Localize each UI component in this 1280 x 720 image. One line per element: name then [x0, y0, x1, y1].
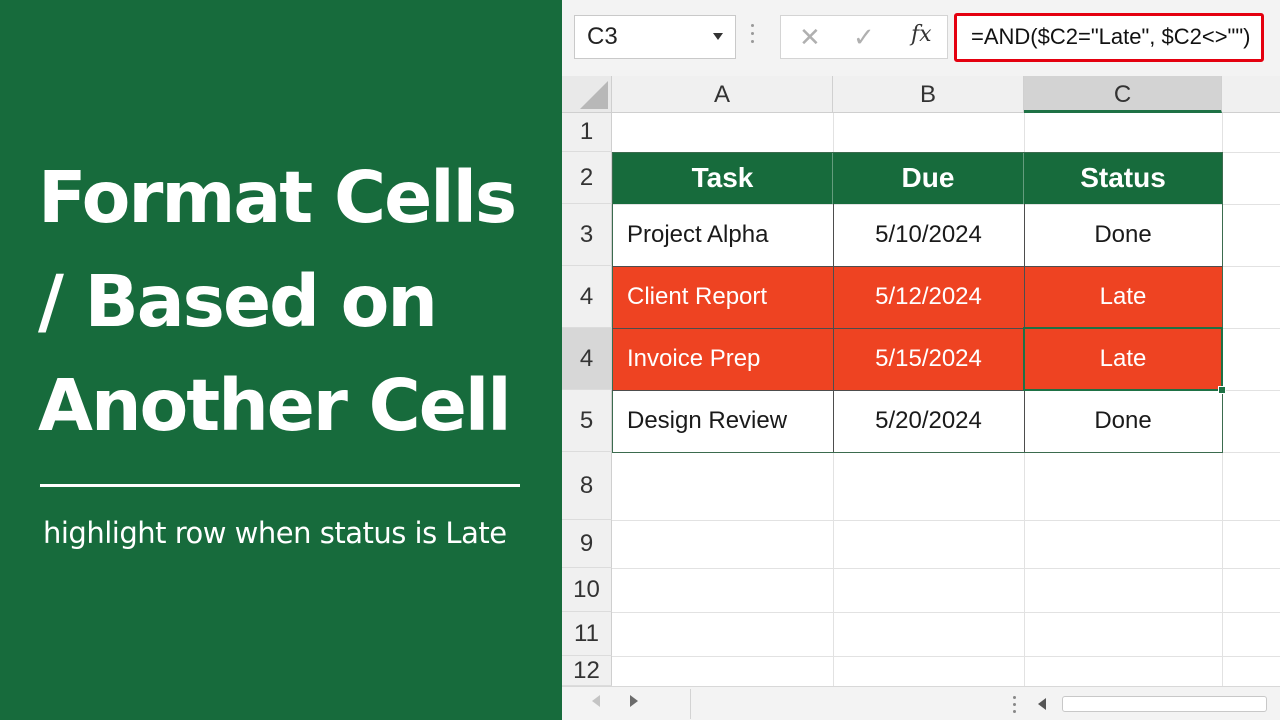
column-header-empty — [1222, 76, 1280, 113]
formula-bar: C3 ✕ ✓ fx =AND($C2="Late", $C2<>"") — [562, 0, 1280, 76]
row-header-4[interactable]: 4 — [562, 266, 612, 328]
table-cell-task-late[interactable]: Invoice Prep — [613, 328, 833, 390]
row-header-3[interactable]: 3 — [562, 204, 612, 266]
triangle-left-icon[interactable] — [592, 695, 600, 707]
select-all-icon — [580, 81, 608, 109]
column-header-b[interactable]: B — [833, 76, 1024, 113]
table-header-due[interactable]: Due — [833, 152, 1024, 204]
table-header-status[interactable]: Status — [1024, 152, 1222, 204]
formula-input[interactable]: =AND($C2="Late", $C2<>"") — [954, 13, 1264, 62]
table-cell-status-late[interactable]: Late — [1024, 266, 1222, 328]
drag-handle-icon[interactable] — [1013, 696, 1016, 717]
headline-line-3: Another Cell — [38, 364, 512, 447]
select-all-button[interactable] — [562, 76, 612, 113]
row-header-11[interactable]: 11 — [562, 612, 612, 656]
table-cell-task-late[interactable]: Client Report — [613, 266, 833, 328]
fill-handle[interactable] — [1218, 386, 1226, 394]
table-divider — [612, 266, 1223, 267]
headline-divider — [40, 484, 520, 487]
row-header-12[interactable]: 12 — [562, 656, 612, 686]
horizontal-scrollbar[interactable] — [1032, 692, 1272, 716]
triangle-left-icon[interactable] — [1038, 698, 1046, 710]
table-cell-due-late[interactable]: 5/12/2024 — [833, 266, 1024, 328]
table-cell-due[interactable]: 5/10/2024 — [833, 204, 1024, 266]
row-header-1[interactable]: 1 — [562, 113, 612, 152]
column-header-c[interactable]: C — [1024, 76, 1222, 113]
chevron-down-icon[interactable] — [713, 33, 723, 40]
cancel-icon[interactable]: ✕ — [799, 22, 821, 53]
table-divider — [612, 328, 1223, 329]
table-divider — [612, 390, 1223, 391]
triangle-right-icon[interactable] — [630, 695, 638, 707]
sheet-tab-bar — [562, 686, 1280, 720]
name-box[interactable]: C3 — [574, 15, 736, 59]
row-header-10[interactable]: 10 — [562, 568, 612, 612]
table-cell-status[interactable]: Done — [1024, 204, 1222, 266]
scrollbar-thumb[interactable] — [1062, 696, 1267, 712]
headline-line-1: Format Cells — [38, 156, 517, 239]
worksheet-grid: A B C 1 2 3 4 4 5 8 9 10 11 12 Task Due … — [562, 76, 1280, 686]
table-cell-status[interactable]: Done — [1024, 390, 1222, 452]
row-header-8[interactable]: 8 — [562, 452, 612, 520]
row-header-4-selected[interactable]: 4 — [562, 328, 612, 390]
table-cell-task[interactable]: Project Alpha — [613, 204, 833, 266]
column-header-a[interactable]: A — [612, 76, 833, 113]
table-cell-status-late[interactable]: Late — [1024, 328, 1222, 390]
table-cell-task[interactable]: Design Review — [613, 390, 833, 452]
enter-icon[interactable]: ✓ — [853, 22, 875, 53]
table-cell-due-late[interactable]: 5/15/2024 — [833, 328, 1024, 390]
insert-function-icon[interactable]: fx — [911, 22, 932, 47]
subtitle: highlight row when status is Late — [43, 516, 507, 550]
table-cell-due[interactable]: 5/20/2024 — [833, 390, 1024, 452]
row-header-2[interactable]: 2 — [562, 152, 612, 204]
title-panel: Format Cells / Based on Another Cell hig… — [0, 0, 562, 720]
headline: Format Cells / Based on Another Cell — [38, 146, 538, 458]
table-header-task[interactable]: Task — [613, 152, 833, 204]
row-header-9[interactable]: 9 — [562, 520, 612, 568]
drag-handle-icon[interactable] — [751, 24, 755, 48]
row-header-5[interactable]: 5 — [562, 390, 612, 452]
formula-controls: ✕ ✓ fx — [780, 15, 948, 59]
sheet-tabs-area — [690, 689, 990, 719]
spreadsheet-window: C3 ✕ ✓ fx =AND($C2="Late", $C2<>"") A B … — [562, 0, 1280, 720]
headline-line-2: / Based on — [38, 260, 438, 343]
name-box-value: C3 — [587, 23, 618, 50]
